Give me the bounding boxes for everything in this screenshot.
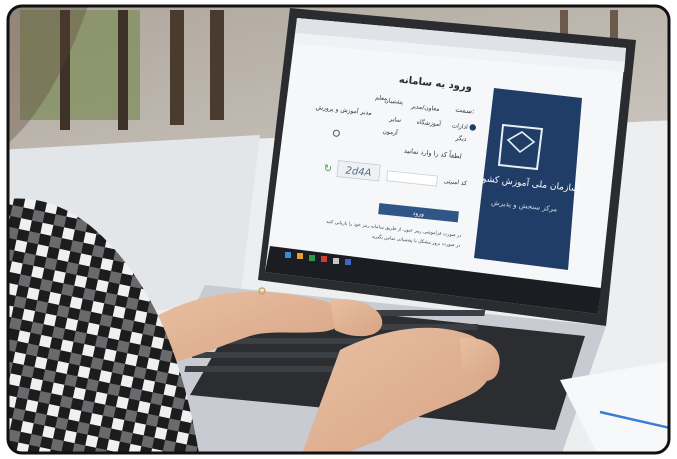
photo-frame: سازمان ملی آموزش کشور مرکز سنجش و پذیرش … [6,4,671,455]
refresh-icon[interactable]: ↻ [323,163,332,175]
svg-text:دیگر: دیگر [454,134,467,143]
submit-label: ورود [412,210,424,218]
svg-text:معلم: معلم [375,94,388,102]
svg-text:سایر: سایر [388,116,402,124]
laptop-lid [258,8,636,326]
